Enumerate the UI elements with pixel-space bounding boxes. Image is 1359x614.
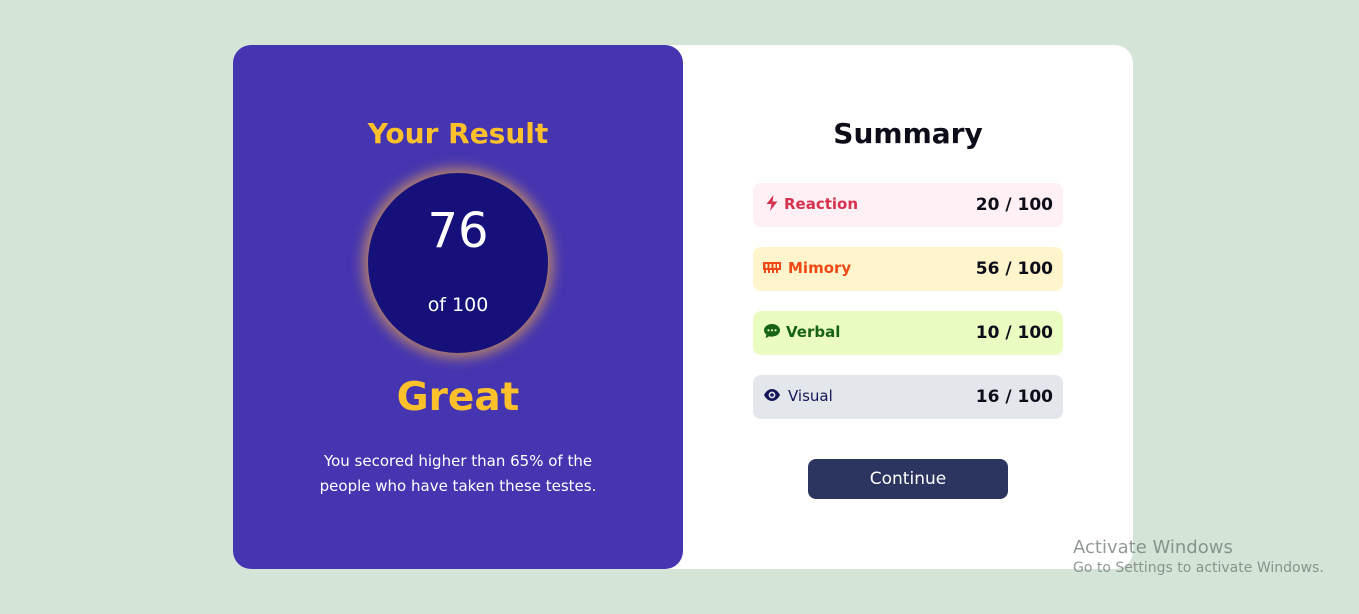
summary-item-label: Mimory: [788, 259, 852, 277]
summary-item-score: 10 / 100: [975, 323, 1053, 343]
summary-item-label: Verbal: [786, 323, 841, 341]
eye-icon: [764, 389, 780, 401]
summary-item-score: 16 / 100: [975, 387, 1053, 407]
summary-item-label: Reaction: [784, 195, 859, 213]
summary-item-score: 56 / 100: [975, 259, 1053, 279]
summary-item-reaction: Reaction 20 / 100: [753, 183, 1063, 227]
continue-button[interactable]: Continue: [808, 459, 1008, 499]
score-circle: 76 of 100: [368, 173, 548, 353]
memory-icon: [763, 262, 781, 273]
lightning-icon: [766, 195, 778, 211]
summary-title: Summary: [833, 117, 983, 150]
watermark-subtitle: Go to Settings to activate Windows.: [1073, 560, 1324, 576]
summary-item-score: 20 / 100: [975, 195, 1053, 215]
result-title: Your Result: [367, 117, 549, 150]
activate-windows-watermark: Activate Windows Go to Settings to activ…: [1073, 537, 1324, 576]
chat-icon: [764, 324, 780, 339]
watermark-title: Activate Windows: [1073, 537, 1233, 558]
summary-item-visual: Visual 16 / 100: [753, 375, 1063, 419]
result-panel: Your Result 76 of 100 Great You secored …: [233, 45, 683, 569]
score-total: of 100: [427, 294, 489, 316]
results-card: Your Result 76 of 100 Great You secored …: [233, 45, 1133, 569]
score-value: 76: [427, 203, 489, 259]
result-description: You secored higher than 65% of the peopl…: [319, 452, 597, 495]
summary-item-label: Visual: [788, 387, 833, 405]
summary-item-verbal: Verbal 10 / 100: [753, 311, 1063, 355]
summary-item-memory: Mimory 56 / 100: [753, 247, 1063, 291]
rating-label: Great: [396, 375, 520, 420]
